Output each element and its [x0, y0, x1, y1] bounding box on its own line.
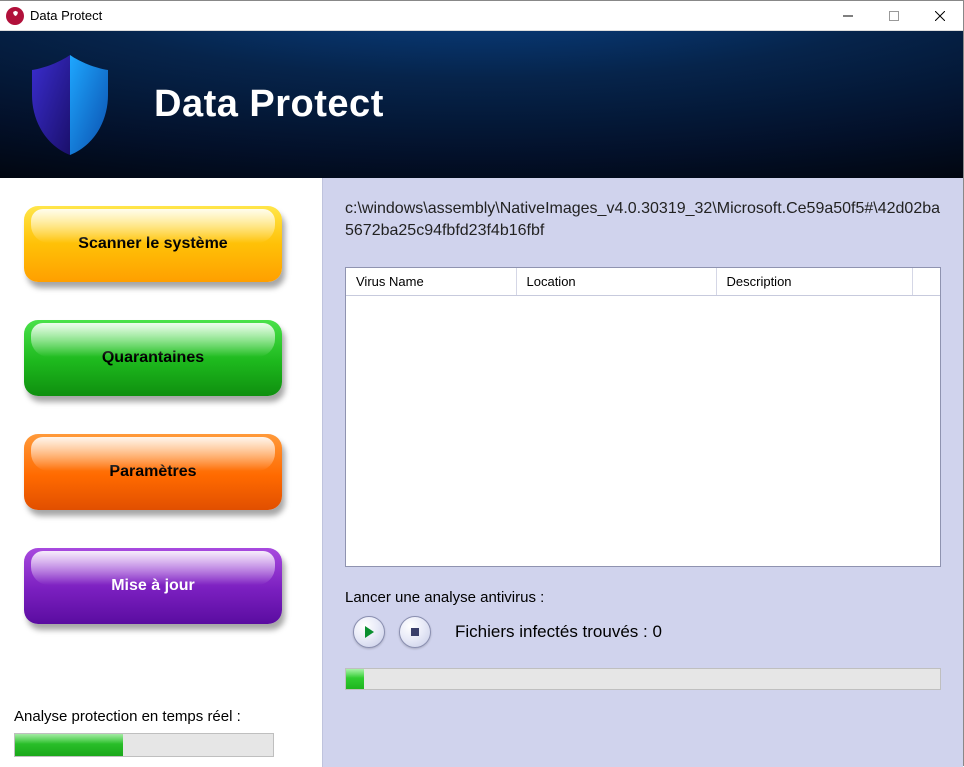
sidebar: Scanner le système Quarantaines Paramètr…	[0, 178, 322, 767]
stop-button[interactable]	[399, 616, 431, 648]
results-table[interactable]: Virus Name Location Description	[345, 267, 941, 567]
app-icon	[6, 7, 24, 25]
titlebar: Data Protect	[0, 1, 963, 31]
shield-icon	[16, 45, 124, 165]
app-name: Data Protect	[154, 83, 384, 126]
col-description[interactable]: Description	[716, 268, 912, 296]
current-scan-path: c:\windows\assembly\NativeImages_v4.0.30…	[345, 198, 941, 243]
window-title: Data Protect	[30, 8, 102, 23]
main-panel: c:\windows\assembly\NativeImages_v4.0.30…	[322, 178, 963, 767]
col-virus-name[interactable]: Virus Name	[346, 268, 516, 296]
update-button[interactable]: Mise à jour	[24, 548, 282, 624]
realtime-progress-fill	[15, 734, 123, 756]
launch-analysis-label: Lancer une analyse antivirus :	[345, 589, 941, 606]
maximize-button[interactable]	[871, 1, 917, 31]
realtime-protection-label: Analyse protection en temps réel :	[14, 708, 308, 725]
scan-progress	[345, 668, 941, 690]
realtime-progress	[14, 733, 274, 757]
minimize-button[interactable]	[825, 1, 871, 31]
infected-count-label: Fichiers infectés trouvés : 0	[455, 622, 662, 642]
scan-progress-fill	[346, 669, 364, 689]
scan-system-button[interactable]: Scanner le système	[24, 206, 282, 282]
col-location[interactable]: Location	[516, 268, 716, 296]
play-button[interactable]	[353, 616, 385, 648]
settings-button[interactable]: Paramètres	[24, 434, 282, 510]
app-banner: Data Protect	[0, 31, 963, 178]
col-spacer	[912, 268, 940, 296]
quarantine-button[interactable]: Quarantaines	[24, 320, 282, 396]
close-button[interactable]	[917, 1, 963, 31]
